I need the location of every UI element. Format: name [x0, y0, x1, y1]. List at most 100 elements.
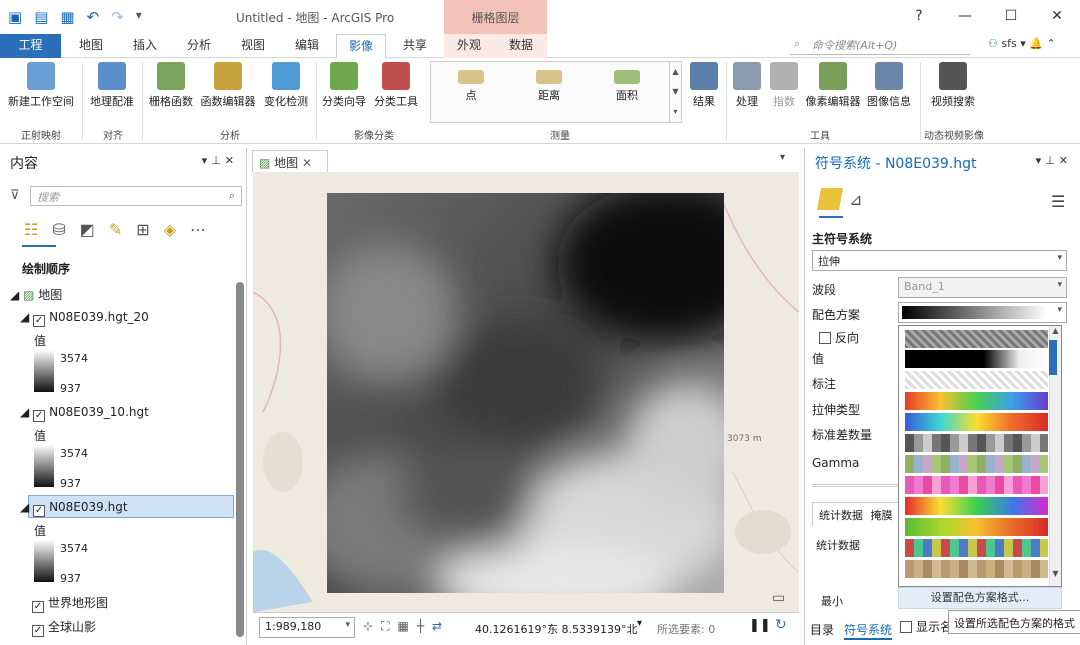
- layer-row[interactable]: ✓ 全球山影: [32, 618, 96, 637]
- process-button[interactable]: 处理: [730, 62, 764, 109]
- scheme-swatch[interactable]: [905, 497, 1048, 515]
- tab-appearance[interactable]: 外观: [446, 34, 492, 58]
- scheme-swatch[interactable]: [905, 560, 1048, 578]
- data-source-icon[interactable]: ⛁: [52, 220, 65, 239]
- undo-icon[interactable]: ↶: [87, 8, 100, 26]
- fit-icon[interactable]: ⛶: [381, 619, 389, 634]
- stats-tab[interactable]: 统计数据 掩膜: [812, 502, 902, 526]
- tab-edit[interactable]: 编辑: [284, 34, 330, 58]
- band-select[interactable]: Band_1 ▾: [898, 277, 1067, 298]
- command-search-input[interactable]: ⌕ 命令搜索(Alt+Q): [790, 37, 970, 55]
- tab-project[interactable]: 工程: [0, 34, 61, 58]
- scheme-swatch[interactable]: [905, 413, 1048, 431]
- layer-visibility-checkbox[interactable]: ✓: [33, 410, 46, 422]
- tab-share[interactable]: 共享: [392, 34, 438, 58]
- redo-icon[interactable]: ↷: [111, 8, 124, 26]
- user-account[interactable]: ⚇ sfs ▾ 🔔 ⌃: [988, 37, 1056, 50]
- invert-option[interactable]: 反向: [819, 329, 859, 346]
- scheme-swatch[interactable]: [905, 455, 1048, 473]
- save-icon[interactable]: ▦: [60, 8, 74, 26]
- layer-visibility-checkbox[interactable]: ✓: [32, 601, 44, 613]
- scheme-swatch[interactable]: [905, 476, 1048, 494]
- labeling-icon[interactable]: ◈: [164, 220, 176, 239]
- grid-snap-icon[interactable]: ⊹: [363, 619, 373, 634]
- customize-qat-icon[interactable]: ▾: [136, 8, 142, 26]
- format-color-scheme-button[interactable]: 设置配色方案格式...: [898, 587, 1062, 609]
- layer-row[interactable]: ◢ ✓ N08E039.hgt_20: [20, 310, 149, 327]
- new-project-icon[interactable]: ▣: [8, 8, 22, 26]
- image-info-button[interactable]: 图像信息: [864, 62, 914, 109]
- invert-checkbox[interactable]: [819, 332, 831, 344]
- coordinate-format-dropdown[interactable]: ▾: [637, 618, 642, 629]
- maximize-button[interactable]: ☐: [988, 0, 1034, 32]
- tab-analysis[interactable]: 分析: [176, 34, 222, 58]
- new-workspace-button[interactable]: 新建工作空间: [6, 62, 76, 109]
- filter-icon[interactable]: ⊽: [10, 188, 20, 203]
- scheme-swatch[interactable]: [905, 434, 1048, 452]
- layer-visibility-checkbox[interactable]: ✓: [33, 315, 46, 327]
- gallery-scroll[interactable]: ▲ ▼ ▾: [669, 62, 681, 122]
- classification-tools-button[interactable]: 分类工具: [372, 62, 420, 109]
- classification-wizard-button[interactable]: 分类向导: [320, 62, 368, 109]
- scheme-swatch[interactable]: [905, 539, 1048, 557]
- collapse-icon[interactable]: ◢: [10, 288, 19, 302]
- measure-area-button[interactable]: 面积: [607, 70, 647, 103]
- scheme-swatch[interactable]: [905, 518, 1048, 536]
- close-icon[interactable]: ✕: [302, 156, 312, 170]
- collapse-icon[interactable]: ◢: [20, 405, 29, 419]
- layer-visibility-checkbox[interactable]: ✓: [32, 625, 44, 637]
- contents-scrollbar[interactable]: [236, 282, 244, 637]
- raster-functions-button[interactable]: 栅格函数: [148, 62, 194, 109]
- splitter[interactable]: [812, 484, 902, 487]
- video-search-button[interactable]: 视频搜索: [928, 62, 978, 109]
- index-button[interactable]: 指数: [768, 62, 800, 109]
- color-scheme-select[interactable]: ▾: [898, 302, 1067, 323]
- ribbon-collapse-icon[interactable]: ⌃: [1046, 37, 1055, 50]
- menu-icon[interactable]: ☰: [1051, 192, 1065, 211]
- tab-map[interactable]: 地图: [70, 34, 112, 58]
- pixel-editor-button[interactable]: 像素编辑器: [804, 62, 862, 109]
- color-scheme-list[interactable]: ▲ ▼: [898, 325, 1062, 587]
- vary-symbology-icon[interactable]: ⊿: [849, 190, 862, 209]
- layer-search-input[interactable]: 搜索 ⌕: [30, 186, 242, 206]
- table-icon[interactable]: ▦: [397, 619, 408, 634]
- close-button[interactable]: ✕: [1034, 0, 1080, 32]
- snapping-icon[interactable]: ⊞: [136, 220, 149, 239]
- scheme-list-scroll-thumb[interactable]: [1049, 340, 1057, 375]
- tab-list-icon[interactable]: ▾: [780, 152, 785, 163]
- selection-icon[interactable]: ◩: [80, 220, 95, 239]
- tab-insert[interactable]: 插入: [122, 34, 168, 58]
- primary-symbology-icon[interactable]: [817, 188, 843, 210]
- minimize-button[interactable]: —: [942, 0, 988, 32]
- scheme-swatch[interactable]: [905, 350, 1048, 368]
- symbology-tab[interactable]: 符号系统: [844, 621, 893, 640]
- scheme-swatch[interactable]: [905, 392, 1048, 410]
- measure-point-button[interactable]: 点: [451, 70, 491, 103]
- results-button[interactable]: 结果: [688, 62, 720, 109]
- collapse-icon[interactable]: ◢: [20, 500, 29, 514]
- tab-view[interactable]: 视图: [230, 34, 276, 58]
- notification-icon[interactable]: 🔔: [1029, 37, 1043, 50]
- navigate-icon[interactable]: ⇄: [432, 619, 442, 634]
- collapse-icon[interactable]: ◢: [20, 310, 29, 324]
- scale-select[interactable]: 1:989,180 ▾: [259, 617, 355, 638]
- open-folder-icon[interactable]: ▤: [34, 8, 48, 26]
- pause-icon[interactable]: ❚❚: [749, 618, 771, 633]
- layer-row[interactable]: ◢ ✓ N08E039.hgt: [20, 500, 128, 517]
- refresh-icon[interactable]: ↻: [775, 617, 787, 633]
- scheme-swatch[interactable]: [905, 371, 1048, 389]
- renderer-select[interactable]: 拉伸 ▾: [812, 250, 1067, 271]
- measure-distance-button[interactable]: 距离: [529, 70, 569, 103]
- layer-row[interactable]: ✓ 世界地形图: [32, 594, 108, 613]
- catalog-tab[interactable]: 目录: [810, 621, 834, 638]
- crosshair-icon[interactable]: ┼: [417, 619, 424, 634]
- tab-data[interactable]: 数据: [498, 34, 544, 58]
- tab-imagery[interactable]: 影像: [336, 34, 386, 59]
- layer-visibility-checkbox[interactable]: ✓: [33, 505, 46, 517]
- layer-row[interactable]: ◢ ✓ N08E039_10.hgt: [20, 405, 149, 422]
- pane-controls[interactable]: ▾⊥✕: [1036, 154, 1072, 167]
- scheme-swatch[interactable]: [905, 330, 1048, 348]
- more-icon[interactable]: ⋯: [190, 220, 206, 239]
- function-editor-button[interactable]: 函数编辑器: [198, 62, 258, 109]
- map-view-tab[interactable]: ▨ 地图 ✕: [252, 150, 328, 172]
